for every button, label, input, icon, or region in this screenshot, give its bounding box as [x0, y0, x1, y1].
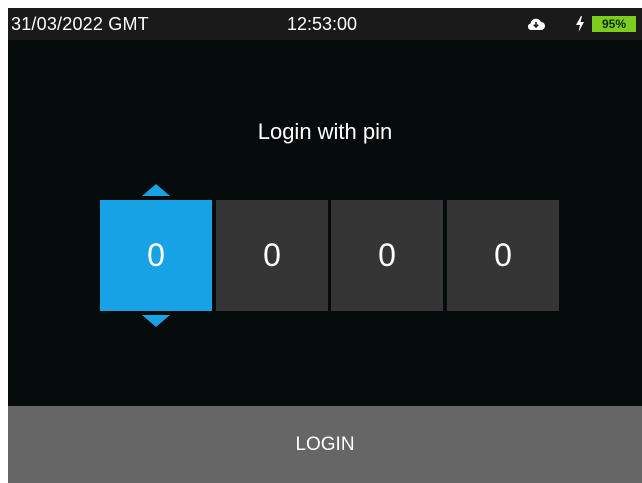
increment-arrow-icon[interactable] [142, 184, 170, 196]
status-time: 12:53:00 [287, 14, 358, 34]
battery-indicator: 95% [592, 16, 636, 32]
page-title: Login with pin [257, 119, 393, 144]
decrement-arrow-icon[interactable] [142, 315, 170, 327]
charging-bolt-icon [576, 16, 584, 32]
cloud-icon [527, 18, 545, 30]
pin-digit-1[interactable]: 0 [100, 200, 212, 311]
pin-digit-2[interactable]: 0 [216, 200, 328, 311]
pin-digit-3[interactable]: 0 [331, 200, 443, 311]
login-button[interactable]: LOGIN [8, 406, 642, 483]
status-bar: 31/03/2022 GMT 12:53:00 95% [8, 8, 642, 40]
pin-login-screen: 31/03/2022 GMT 12:53:00 95% Login with p… [8, 8, 642, 483]
pin-digit-4[interactable]: 0 [447, 200, 559, 311]
battery-percent: 95% [601, 17, 627, 31]
status-date: 31/03/2022 GMT [11, 14, 149, 34]
